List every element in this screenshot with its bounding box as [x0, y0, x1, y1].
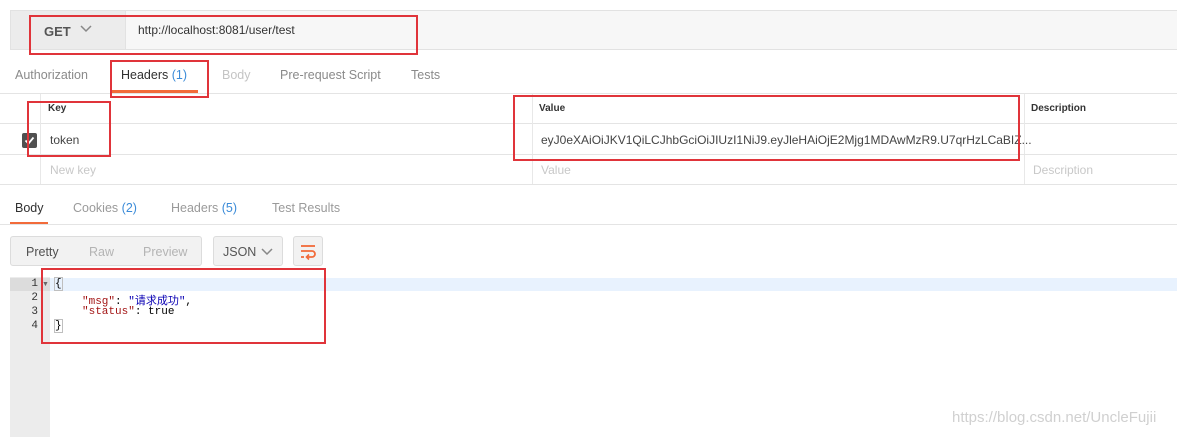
new-key-input[interactable]: New key	[50, 163, 96, 177]
tab-tests[interactable]: Tests	[411, 68, 440, 82]
format-label: JSON	[223, 245, 257, 259]
line-number: 4	[31, 320, 38, 332]
tab-body[interactable]: Body	[222, 68, 251, 82]
line-number: 1	[31, 278, 38, 290]
annotation-headers-tab-box	[110, 60, 209, 98]
line-number: 2	[31, 292, 38, 304]
column-header-description: Description	[1031, 103, 1087, 114]
annotation-response-box	[41, 268, 326, 344]
view-raw-button[interactable]: Raw	[89, 245, 114, 259]
response-tab-test-results[interactable]: Test Results	[272, 201, 340, 215]
tab-pre-request-script[interactable]: Pre-request Script	[280, 68, 381, 82]
line-number: 3	[31, 306, 38, 318]
response-tab-body[interactable]: Body	[15, 201, 44, 215]
annotation-key-box	[27, 101, 111, 157]
divider	[0, 224, 1177, 225]
view-pretty-button[interactable]: Pretty	[26, 245, 59, 259]
watermark: https://blog.csdn.net/UncleFujii	[952, 409, 1157, 426]
wrap-lines-icon	[301, 245, 316, 261]
response-tab-headers-label: Headers	[171, 201, 219, 215]
new-description-input[interactable]: Description	[1033, 163, 1093, 177]
annotation-request-box	[29, 15, 418, 55]
new-value-input[interactable]: Value	[541, 163, 571, 177]
response-tab-headers-count: (5)	[221, 201, 238, 215]
response-tab-headers[interactable]: Headers (5)	[171, 201, 237, 215]
tab-authorization[interactable]: Authorization	[15, 68, 88, 82]
annotation-value-box	[513, 95, 1020, 161]
response-tab-cookies[interactable]: Cookies (2)	[73, 201, 137, 215]
chevron-down-icon	[261, 248, 273, 256]
response-tab-cookies-label: Cookies	[73, 201, 119, 215]
view-preview-button[interactable]: Preview	[143, 245, 187, 259]
response-tab-cookies-count: (2)	[121, 201, 137, 215]
divider	[0, 184, 1177, 185]
